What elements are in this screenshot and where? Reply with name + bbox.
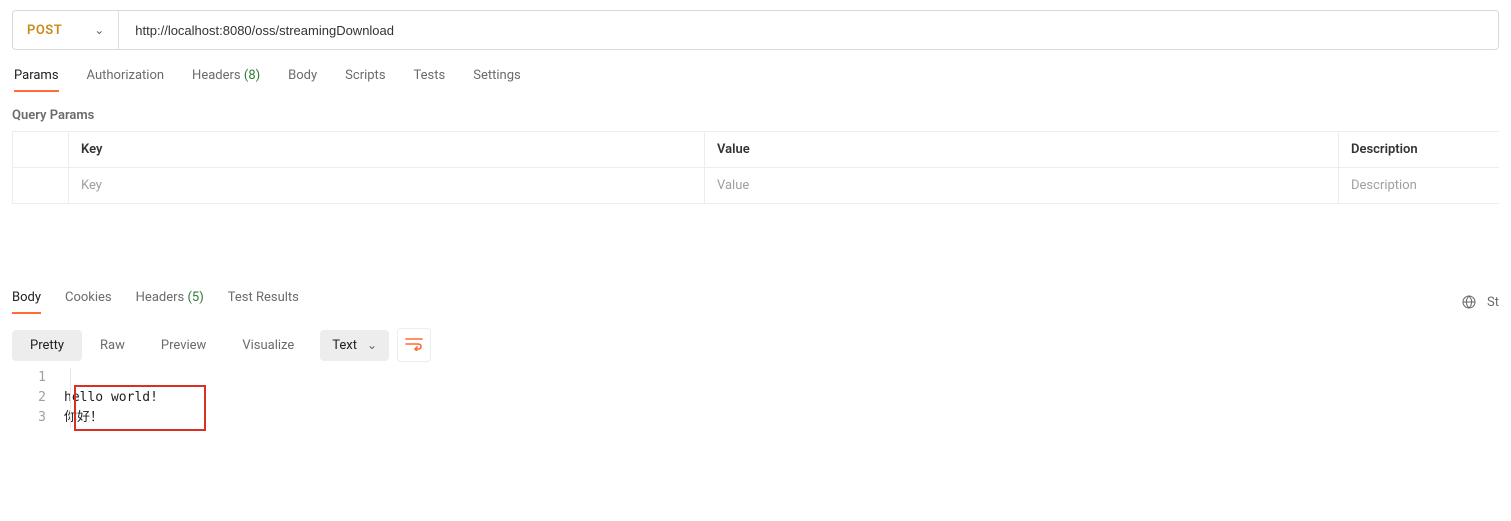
view-mode-group: Pretty Raw Preview Visualize — [12, 330, 312, 361]
response-view-toolbar: Pretty Raw Preview Visualize Text ⌄ — [12, 328, 1499, 362]
code-text — [64, 368, 1499, 388]
header-checkbox-cell — [13, 132, 69, 167]
value-input[interactable]: Value — [705, 168, 1339, 203]
query-params-title: Query Params — [12, 108, 1499, 123]
content-type-label: Text — [332, 338, 357, 353]
http-method-select[interactable]: POST ⌄ — [13, 11, 119, 49]
code-line: 1 — [12, 368, 1499, 388]
row-checkbox-cell[interactable] — [13, 168, 69, 203]
chevron-down-icon: ⌄ — [94, 23, 104, 37]
key-input[interactable]: Key — [69, 168, 705, 203]
chevron-down-icon: ⌄ — [367, 338, 377, 352]
url-bar: POST ⌄ — [12, 10, 1499, 50]
response-body-viewer[interactable]: 1 2 hello world! 3 你好！ — [12, 368, 1499, 428]
line-number: 3 — [12, 408, 64, 428]
line-number: 1 — [12, 368, 64, 388]
resp-tab-test-results[interactable]: Test Results — [228, 290, 299, 313]
header-value: Value — [705, 132, 1339, 167]
response-panel: Body Cookies Headers (5) Test Results St — [12, 290, 1499, 428]
resp-tab-headers[interactable]: Headers (5) — [136, 290, 204, 313]
table-row: Key Value Description — [13, 168, 1499, 203]
view-visualize-button[interactable]: Visualize — [224, 330, 312, 361]
request-tabs: Params Authorization Headers (8) Body Sc… — [12, 68, 1499, 92]
wrap-lines-button[interactable] — [397, 328, 431, 362]
resp-tab-cookies[interactable]: Cookies — [65, 290, 112, 313]
line-number: 2 — [12, 388, 64, 408]
query-params-table: Key Value Description Key Value Descript… — [12, 131, 1499, 204]
code-text: 你好！ — [64, 408, 1499, 428]
code-text: hello world! — [64, 388, 1499, 408]
resp-tab-headers-count: (5) — [187, 290, 203, 305]
tab-settings[interactable]: Settings — [473, 68, 520, 91]
tab-authorization[interactable]: Authorization — [87, 68, 165, 91]
code-line: 3 你好！ — [12, 408, 1499, 428]
gutter-border — [70, 368, 71, 428]
header-description: Description — [1339, 132, 1499, 167]
view-raw-button[interactable]: Raw — [82, 330, 143, 361]
http-method-label: POST — [27, 23, 62, 38]
tab-scripts[interactable]: Scripts — [345, 68, 385, 91]
resp-tab-headers-label: Headers — [136, 290, 185, 305]
status-text: St — [1487, 295, 1499, 310]
description-input[interactable]: Description — [1339, 168, 1499, 203]
request-panel: POST ⌄ Params Authorization Headers (8) … — [0, 0, 1511, 428]
resp-tab-body[interactable]: Body — [12, 290, 41, 313]
tab-tests[interactable]: Tests — [414, 68, 446, 91]
tab-headers-label: Headers — [192, 68, 241, 83]
view-preview-button[interactable]: Preview — [143, 330, 224, 361]
tab-params[interactable]: Params — [14, 68, 59, 91]
table-header-row: Key Value Description — [13, 132, 1499, 168]
response-meta: St — [1461, 294, 1499, 310]
code-line: 2 hello world! — [12, 388, 1499, 408]
tab-headers-count: (8) — [244, 68, 260, 83]
tab-headers[interactable]: Headers (8) — [192, 68, 260, 91]
globe-icon[interactable] — [1461, 294, 1477, 310]
content-type-select[interactable]: Text ⌄ — [320, 330, 389, 361]
header-key: Key — [69, 132, 705, 167]
wrap-icon — [405, 336, 423, 355]
tab-body[interactable]: Body — [288, 68, 317, 91]
view-pretty-button[interactable]: Pretty — [12, 330, 82, 361]
url-input[interactable] — [119, 11, 1498, 49]
response-tabs: Body Cookies Headers (5) Test Results — [12, 290, 299, 314]
response-tabs-row: Body Cookies Headers (5) Test Results St — [12, 290, 1499, 314]
